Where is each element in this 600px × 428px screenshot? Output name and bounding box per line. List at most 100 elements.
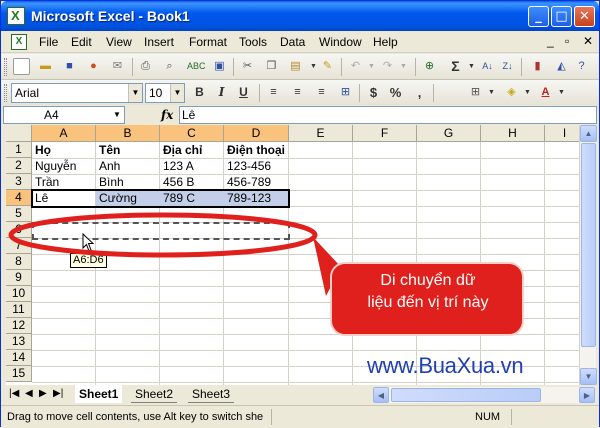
print-icon[interactable]: ⎙	[137, 58, 154, 75]
scroll-left-icon[interactable]: ◀	[373, 387, 389, 403]
underline-button[interactable]: U	[235, 84, 252, 101]
italic-button[interactable]: I	[213, 84, 230, 101]
menu-tools[interactable]: Tools	[239, 35, 267, 49]
row-header[interactable]: 14	[6, 350, 32, 366]
scroll-down-icon[interactable]: ▼	[580, 368, 597, 385]
row-header[interactable]: 13	[6, 334, 32, 350]
chevron-down-icon[interactable]: ▼	[128, 84, 142, 102]
autosum-icon[interactable]: Σ	[447, 58, 464, 75]
font-color-icon[interactable]: A	[537, 84, 554, 101]
column-header-i[interactable]: I	[545, 125, 579, 142]
undo-dropdown-icon[interactable]: ▼	[363, 58, 380, 75]
row-header[interactable]: 11	[6, 302, 32, 318]
menu-view[interactable]: View	[106, 35, 132, 49]
align-right-icon[interactable]: ≡	[313, 84, 330, 101]
workbook-icon[interactable]: X	[11, 34, 27, 50]
autosum-dropdown-icon[interactable]: ▼	[463, 58, 480, 75]
row-header[interactable]: 1	[6, 142, 32, 158]
excel-app-icon[interactable]	[7, 7, 25, 25]
currency-button[interactable]: $	[365, 84, 382, 101]
workbook-minimize-button[interactable]: _	[547, 34, 554, 48]
cell-c1[interactable]: Địa chỉ	[161, 142, 202, 158]
formula-input[interactable]: Lê	[179, 106, 597, 124]
toolbar-grip[interactable]	[4, 58, 7, 76]
menu-insert[interactable]: Insert	[144, 35, 174, 49]
column-header-b[interactable]: B	[96, 125, 160, 142]
format-painter-icon[interactable]: ✎	[319, 58, 336, 75]
row-header[interactable]: 2	[6, 158, 32, 174]
merge-center-icon[interactable]: ⊞	[337, 84, 354, 101]
column-header-d[interactable]: D	[224, 125, 289, 142]
spelling-icon[interactable]: ABC	[187, 58, 206, 75]
column-header-g[interactable]: G	[417, 125, 481, 142]
menu-file[interactable]: File	[39, 35, 58, 49]
menu-window[interactable]: Window	[319, 35, 362, 49]
sort-ascending-icon[interactable]: A↓	[479, 58, 496, 75]
help-icon[interactable]: ?	[573, 58, 590, 75]
selection-border[interactable]	[31, 189, 290, 208]
new-icon[interactable]	[13, 58, 30, 75]
close-button[interactable]: ✕	[574, 6, 595, 27]
borders-icon[interactable]: ⊞	[467, 84, 484, 101]
paste-icon[interactable]: ▤	[287, 58, 304, 75]
row-header[interactable]: 15	[6, 366, 32, 382]
research-icon[interactable]: ▣	[211, 58, 228, 75]
cell-c3[interactable]: 456 B	[161, 174, 194, 190]
increase-decimal-icon[interactable]	[437, 84, 454, 101]
print-preview-icon[interactable]: ⌕	[161, 58, 178, 75]
row-header[interactable]: 3	[6, 174, 32, 190]
row-header[interactable]: 8	[6, 254, 32, 270]
open-icon[interactable]: ▬	[37, 58, 54, 75]
workbook-restore-button[interactable]: ▫	[565, 34, 569, 48]
drawing-icon[interactable]: ◭	[553, 58, 570, 75]
minimize-button[interactable]: _	[528, 6, 549, 27]
column-header-f[interactable]: F	[353, 125, 417, 142]
vertical-scroll-thumb[interactable]	[581, 143, 596, 347]
align-left-icon[interactable]: ≡	[265, 84, 282, 101]
select-all-button[interactable]	[6, 125, 32, 142]
cell-a3[interactable]: Trần	[33, 174, 59, 190]
column-header-e[interactable]: E	[289, 125, 353, 142]
title-bar[interactable]: Microsoft Excel - Book1 _ □ ✕	[1, 1, 599, 31]
row-header[interactable]: 4	[6, 190, 32, 206]
cell-a2[interactable]: Nguyễn	[33, 158, 76, 174]
row-header[interactable]: 10	[6, 286, 32, 302]
fill-color-icon[interactable]: ◈	[503, 84, 520, 101]
tab-sheet2[interactable]: Sheet2	[131, 385, 178, 403]
scroll-up-icon[interactable]: ▲	[580, 125, 597, 142]
cell-b1[interactable]: Tên	[97, 142, 120, 158]
name-box[interactable]: A4 ▼	[3, 106, 125, 124]
vertical-scrollbar[interactable]: ▲ ▼	[579, 125, 597, 385]
column-header-h[interactable]: H	[481, 125, 545, 142]
menu-edit[interactable]: Edit	[71, 35, 92, 49]
menu-data[interactable]: Data	[280, 35, 305, 49]
font-name-select[interactable]: Arial ▼	[11, 83, 143, 103]
sort-descending-icon[interactable]: Z↓	[499, 58, 516, 75]
toolbar-grip[interactable]	[4, 84, 7, 102]
cell-d2[interactable]: 123-456	[225, 158, 271, 174]
row-header[interactable]: 5	[6, 206, 32, 222]
column-header-c[interactable]: C	[160, 125, 224, 142]
horizontal-scroll-thumb[interactable]	[391, 388, 541, 402]
redo-dropdown-icon[interactable]: ▼	[395, 58, 412, 75]
tab-sheet3[interactable]: Sheet3	[188, 385, 235, 403]
comma-button[interactable]: ,	[411, 84, 428, 101]
menu-format[interactable]: Format	[189, 35, 227, 49]
borders-dropdown-icon[interactable]: ▼	[483, 84, 500, 101]
percent-button[interactable]: %	[387, 84, 404, 101]
save-icon[interactable]: ■	[61, 58, 78, 75]
prev-sheet-icon[interactable]: ◀	[25, 388, 33, 399]
cell-d1[interactable]: Điện thoại	[225, 142, 285, 158]
cut-icon[interactable]: ✂	[239, 58, 256, 75]
maximize-button[interactable]: □	[551, 6, 572, 27]
column-header-a[interactable]: A	[32, 125, 96, 142]
row-header[interactable]: 7	[6, 238, 32, 254]
worksheet-grid[interactable]: A B C D E F G H I 1 2 3 4 5 6 7 8 9 10 1…	[6, 125, 579, 385]
permission-icon[interactable]: ●	[85, 58, 102, 75]
tab-sheet1[interactable]: Sheet1	[75, 385, 123, 403]
redo-icon[interactable]: ↷	[379, 58, 396, 75]
workbook-close-button[interactable]: ✕	[583, 34, 593, 48]
hyperlink-icon[interactable]: ⊕	[421, 58, 438, 75]
row-header[interactable]: 6	[6, 222, 32, 238]
cell-b2[interactable]: Anh	[97, 158, 120, 174]
